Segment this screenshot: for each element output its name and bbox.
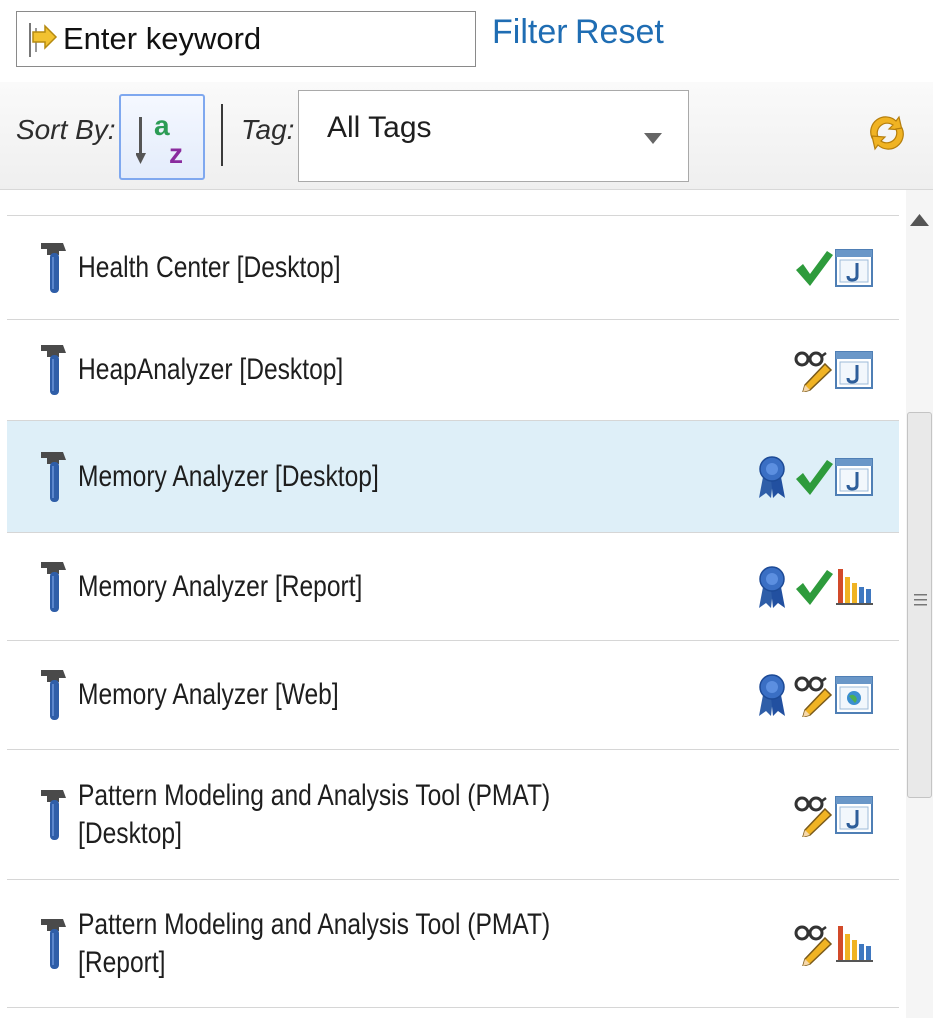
hammer-icon [39,915,69,973]
checkmark-icon [793,455,833,499]
tool-row[interactable]: Memory Analyzer [Web] [7,641,899,750]
vertical-scrollbar[interactable] [906,190,933,1018]
award-ribbon-icon [752,565,792,609]
tool-name-line: Health Center [Desktop] [78,250,341,284]
tool-name-line: Memory Analyzer [Web] [78,678,339,711]
status-icons [752,565,875,609]
search-bar: Filter Reset [0,0,933,82]
scroll-up-arrow-icon[interactable] [910,214,929,226]
glasses-pencil-icon [793,673,833,719]
tool-name: Memory Analyzer [Desktop] [78,458,379,496]
status-icons [793,348,875,394]
bar-chart-icon [834,565,874,609]
tag-label: Tag: [241,114,295,145]
bar-chart-icon [834,922,874,966]
toolbar-divider [221,104,223,166]
toolbar: Sort By: a z Tag: All Tags [0,82,933,190]
status-icons [752,455,875,499]
java-app-icon [834,348,874,392]
grip-icon [914,594,927,606]
list-top-edge [7,190,899,216]
tool-row[interactable]: HeapAnalyzer [Desktop] [7,320,899,421]
tool-name: HeapAnalyzer [Desktop] [78,351,343,389]
tool-name: Memory Analyzer [Report] [78,568,362,606]
checkmark-icon [793,565,833,609]
tool-row[interactable]: Health Center [Desktop] [7,216,899,320]
reset-link[interactable]: Reset [575,13,664,52]
sort-alpha-icon: a z [136,110,183,167]
tool-name-line: HeapAnalyzer [Desktop] [78,353,344,386]
hammer-icon [39,448,69,506]
search-input[interactable] [63,18,463,60]
hammer-icon [39,558,69,616]
glasses-pencil-icon [793,922,833,967]
award-ribbon-icon [752,455,792,499]
chevron-down-icon [644,133,662,144]
tool-row[interactable]: Pattern Modeling and Analysis Tool (PMAT… [7,880,899,1008]
java-app-icon [834,455,874,499]
tool-list: Health Center [Desktop] HeapAnalyzer [Des… [7,190,899,1008]
glasses-pencil-icon [793,348,833,394]
status-icons [793,793,875,838]
tool-name: Health Center [Desktop] [78,249,341,287]
tool-name-line: Memory Analyzer [Report] [78,569,363,603]
tool-row[interactable]: Pattern Modeling and Analysis Tool (PMAT… [7,750,899,880]
glasses-pencil-icon [793,793,833,838]
tag-select[interactable]: All Tags [298,90,689,182]
tool-name-line: Pattern Modeling and Analysis Tool (PMAT… [78,907,551,941]
status-icons [793,246,875,290]
java-app-icon [834,246,874,290]
tool-name-line: Pattern Modeling and Analysis Tool (PMAT… [78,778,551,812]
keyword-field[interactable] [16,11,476,67]
web-app-icon [834,673,874,717]
checkmark-icon [793,246,833,290]
tool-name-line: [Report] [78,945,166,979]
tool-name: Pattern Modeling and Analysis Tool (PMAT… [78,906,550,982]
tool-name: Memory Analyzer [Web] [78,676,339,714]
scroll-thumb[interactable] [907,412,932,798]
sort-button[interactable]: a z [119,94,205,180]
hammer-icon [39,239,69,297]
filter-link[interactable]: Filter [492,13,568,52]
award-ribbon-icon [752,673,792,717]
hammer-icon [39,341,69,399]
filter-arrows-icon [29,23,58,57]
tool-row[interactable]: Memory Analyzer [Report] [7,533,899,641]
hammer-icon [39,786,69,844]
refresh-icon[interactable] [862,108,912,158]
tool-name-line: [Desktop] [78,816,182,850]
status-icons [793,922,875,967]
tool-name-line: Memory Analyzer [Desktop] [78,459,379,493]
tag-select-value: All Tags [327,111,432,144]
tool-list-area: Health Center [Desktop] HeapAnalyzer [Des… [0,190,933,1018]
java-app-icon [834,793,874,837]
tool-name: Pattern Modeling and Analysis Tool (PMAT… [78,777,550,853]
hammer-icon [39,666,69,724]
tool-row[interactable]: Memory Analyzer [Desktop] [7,421,899,533]
status-icons [752,673,875,719]
svg-text:a: a [154,110,170,141]
svg-text:z: z [169,138,183,167]
sort-by-label: Sort By: [16,114,116,145]
